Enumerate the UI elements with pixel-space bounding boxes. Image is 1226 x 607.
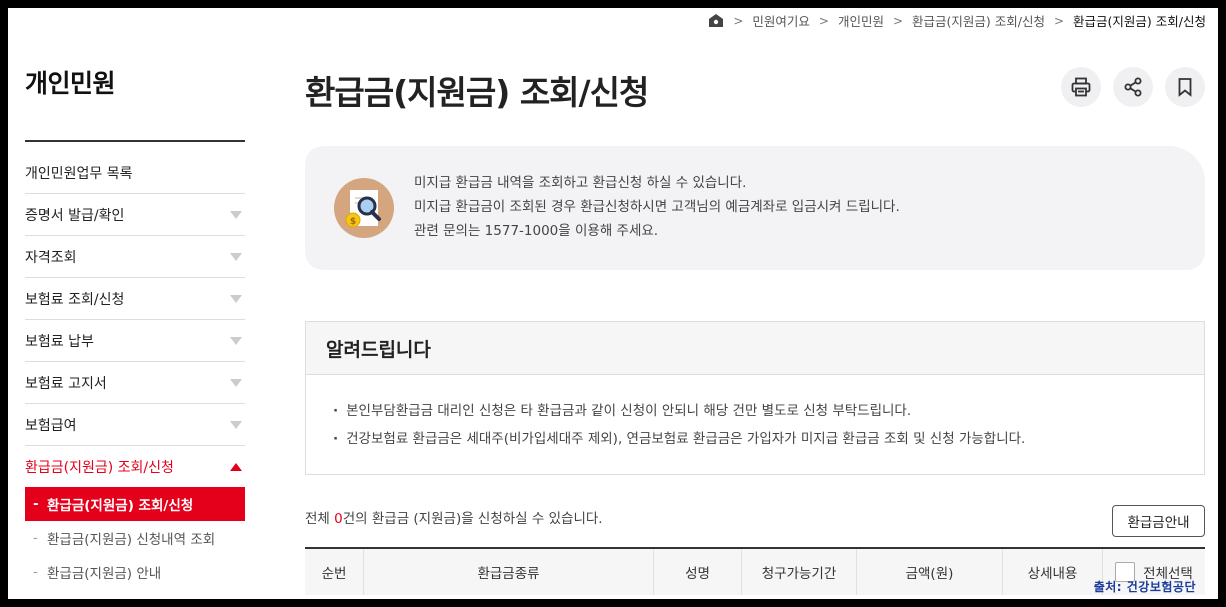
- breadcrumb-item[interactable]: 민원여기요: [752, 11, 810, 30]
- breadcrumb-separator: >: [1053, 13, 1065, 28]
- chevron-down-icon: [230, 210, 242, 219]
- dash-icon: -: [33, 530, 38, 546]
- sidebar-item-label: 보험급여: [25, 417, 77, 434]
- breadcrumb: > 민원여기요 > 개인민원 > 환급금(지원금) 조회/신청 > 환급금(지원…: [708, 11, 1206, 30]
- column-header-period: 청구가능기간: [742, 549, 857, 595]
- breadcrumb-separator: >: [733, 13, 744, 28]
- column-header-detail: 상세내용: [1003, 549, 1103, 595]
- sidebar-divider: [25, 140, 245, 142]
- chevron-down-icon: [230, 378, 242, 387]
- refund-search-icon: $: [334, 178, 394, 238]
- sidebar-menu: 개인민원업무 목록 증명서 발급/확인 자격조회 보험료 조회/신청 보험료 납…: [25, 152, 245, 488]
- sidebar-item-premium-notice[interactable]: 보험료 고지서: [25, 362, 245, 404]
- sidebar-item-premium-inquiry[interactable]: 보험료 조회/신청: [25, 278, 245, 320]
- sidebar-item-premium-payment[interactable]: 보험료 납부: [25, 320, 245, 362]
- sidebar-submenu: - 환급금(지원금) 조회/신청 - 환급금(지원금) 신청내역 조회 - 환급…: [25, 487, 245, 589]
- share-button[interactable]: [1113, 67, 1153, 107]
- column-header-name: 성명: [654, 549, 742, 595]
- breadcrumb-item[interactable]: 환급금(지원금) 조회/신청: [912, 11, 1045, 30]
- sidebar-item-benefits[interactable]: 보험급여: [25, 404, 245, 446]
- home-icon[interactable]: [708, 13, 724, 28]
- chevron-down-icon: [230, 294, 242, 303]
- info-line: 미지급 환급금 내역을 조회하고 환급신청 하실 수 있습니다.: [414, 175, 747, 191]
- sidebar-item-eligibility[interactable]: 자격조회: [25, 236, 245, 278]
- sidebar-item-label: 환급금(지원금) 조회/신청: [25, 460, 174, 476]
- sidebar-item-certificates[interactable]: 증명서 발급/확인: [25, 194, 245, 236]
- chevron-down-icon: [230, 336, 242, 345]
- notice-list: 본인부담환급금 대리인 신청은 타 환급금과 같이 신청이 안되니 해당 건만 …: [306, 375, 1204, 453]
- notice-item: 본인부담환급금 대리인 신청은 타 환급금과 같이 신청이 안되니 해당 건만 …: [333, 397, 1204, 425]
- column-header-amount: 금액(원): [857, 549, 1003, 595]
- breadcrumb-separator: >: [818, 13, 829, 28]
- notice-box: 알려드립니다 본인부담환급금 대리인 신청은 타 환급금과 같이 신청이 안되니…: [305, 321, 1205, 475]
- page-tools: [1061, 67, 1205, 107]
- column-header-number: 순번: [305, 549, 364, 595]
- info-box: $ 미지급 환급금 내역을 조회하고 환급신청 하실 수 있습니다. 미지급 환…: [305, 146, 1205, 270]
- share-icon: [1124, 77, 1142, 97]
- page-title: 환급금(지원금) 조회/신청: [305, 73, 649, 112]
- info-text: 미지급 환급금 내역을 조회하고 환급신청 하실 수 있습니다. 미지급 환급금…: [414, 171, 900, 243]
- bookmark-icon: [1178, 78, 1192, 97]
- sidebar-item-list[interactable]: 개인민원업무 목록: [25, 152, 245, 194]
- print-button[interactable]: [1061, 67, 1101, 107]
- sidebar-subitem-label: 환급금(지원금) 안내: [47, 566, 162, 582]
- info-line: 미지급 환급금이 조회된 경우 환급신청하시면 고객님의 예금계좌로 입금시켜 …: [414, 199, 900, 215]
- notice-title: 알려드립니다: [306, 322, 1204, 375]
- dash-icon: -: [33, 564, 38, 580]
- sidebar-item-label: 보험료 조회/신청: [25, 291, 125, 308]
- chevron-down-icon: [230, 420, 242, 429]
- sidebar-title: 개인민원: [25, 69, 116, 98]
- breadcrumb-current: 환급금(지원금) 조회/신청: [1073, 14, 1206, 29]
- sidebar-subitem-refund-guide[interactable]: - 환급금(지원금) 안내: [25, 555, 245, 589]
- breadcrumb-item[interactable]: 개인민원: [838, 11, 884, 30]
- sidebar-subitem-refund-history[interactable]: - 환급금(지원금) 신청내역 조회: [25, 521, 245, 555]
- result-count-prefix: 전체: [305, 511, 335, 527]
- bookmark-button[interactable]: [1165, 67, 1205, 107]
- breadcrumb-separator: >: [892, 13, 904, 28]
- sidebar-subitem-label: 환급금(지원금) 신청내역 조회: [47, 532, 216, 548]
- refund-guide-button[interactable]: 환급금안내: [1112, 505, 1205, 537]
- notice-item: 건강보험료 환급금은 세대주(비가입세대주 제외), 연금보험료 환급금은 가입…: [333, 425, 1204, 453]
- sidebar-item-label: 증명서 발급/확인: [25, 207, 125, 224]
- print-icon: [1071, 77, 1091, 97]
- result-count-suffix: 건의 환급금 (지원금)을 신청하실 수 있습니다.: [342, 511, 603, 527]
- info-line: 관련 문의는 1577-1000을 이용해 주세요.: [414, 223, 659, 239]
- page-frame: > 민원여기요 > 개인민원 > 환급금(지원금) 조회/신청 > 환급금(지원…: [8, 8, 1218, 599]
- column-header-type: 환급금종류: [364, 549, 654, 595]
- chevron-down-icon: [230, 252, 242, 261]
- sidebar-subitem-refund-inquiry[interactable]: - 환급금(지원금) 조회/신청: [25, 487, 245, 521]
- refund-table-header: 순번 환급금종류 성명 청구가능기간 금액(원) 상세내용 전체선택: [305, 547, 1205, 595]
- chevron-up-icon: [230, 463, 242, 471]
- sidebar-item-label: 보험료 고지서: [25, 375, 107, 392]
- result-count: 0: [334, 511, 343, 527]
- source-caption: 출처: 건강보험공단: [1093, 580, 1196, 594]
- sidebar-item-label: 자격조회: [25, 249, 77, 266]
- svg-text:$: $: [350, 217, 356, 227]
- sidebar-item-refund[interactable]: 환급금(지원금) 조회/신청: [25, 446, 245, 488]
- sidebar-subitem-label: 환급금(지원금) 조회/신청: [47, 498, 194, 514]
- result-count-text: 전체 0건의 환급금 (지원금)을 신청하실 수 있습니다.: [305, 507, 603, 527]
- dash-icon: -: [33, 496, 39, 512]
- sidebar-item-label: 개인민원업무 목록: [25, 165, 133, 182]
- sidebar-item-label: 보험료 납부: [25, 333, 94, 350]
